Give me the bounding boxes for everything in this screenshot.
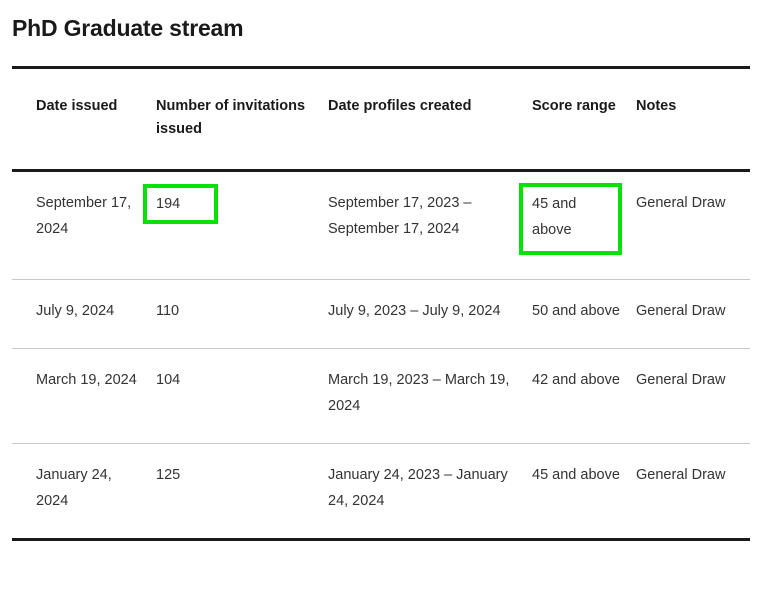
cell-profiles-created: September 17, 2023 – September 17, 2024 <box>328 195 472 237</box>
column-header-profiles-created: Date profiles created <box>328 98 472 114</box>
draws-table-container: Date issued Number of invitations issued… <box>12 66 750 541</box>
column-header-invitations: Number of invitations issued <box>156 98 306 137</box>
table-row: July 9, 2024 110 July 9, 2023 – July 9, … <box>12 280 750 349</box>
column-header-notes: Notes <box>636 98 677 114</box>
page-title: PhD Graduate stream <box>12 15 244 41</box>
table-header-row: Date issued Number of invitations issued… <box>12 67 750 171</box>
table-row: September 17, 2024 194 September 17, 202… <box>12 171 750 280</box>
cell-profiles-created: July 9, 2023 – July 9, 2024 <box>328 303 501 319</box>
cell-notes: General Draw <box>636 372 726 388</box>
table-row: March 19, 2024 104 March 19, 2023 – Marc… <box>12 349 750 444</box>
table-header: Date issued Number of invitations issued… <box>12 67 750 171</box>
column-header-date-issued: Date issued <box>36 98 118 114</box>
cell-date-issued: January 24, 2024 <box>36 467 112 509</box>
cell-score-range: 45 and above <box>532 467 620 483</box>
highlight-box-score-range: 45 and above <box>519 183 622 255</box>
cell-score-range: 45 and above <box>519 171 636 280</box>
highlight-box-invitations: 194 <box>143 184 219 224</box>
cell-score-range: 42 and above <box>532 372 620 388</box>
cell-date-issued: September 17, 2024 <box>36 195 132 237</box>
cell-notes: General Draw <box>636 303 726 319</box>
cell-invitations: 104 <box>156 372 181 388</box>
cell-invitations: 125 <box>156 467 181 483</box>
cell-date-issued: March 19, 2024 <box>36 372 137 388</box>
draws-table: Date issued Number of invitations issued… <box>12 66 750 541</box>
column-header-score-range: Score range <box>532 98 616 114</box>
cell-profiles-created: January 24, 2023 – January 24, 2024 <box>328 467 508 509</box>
cell-score-range: 50 and above <box>532 303 620 319</box>
table-body: September 17, 2024 194 September 17, 202… <box>12 171 750 540</box>
cell-notes: General Draw <box>636 467 726 483</box>
cell-invitations: 194 <box>143 171 328 280</box>
cell-date-issued: July 9, 2024 <box>36 303 115 319</box>
cell-notes: General Draw <box>636 195 726 211</box>
page-root: PhD Graduate stream Date issued Number o… <box>0 0 763 598</box>
cell-invitations: 110 <box>156 303 180 319</box>
cell-profiles-created: March 19, 2023 – March 19, 2024 <box>328 372 510 414</box>
table-row: January 24, 2024 125 January 24, 2023 – … <box>12 444 750 540</box>
